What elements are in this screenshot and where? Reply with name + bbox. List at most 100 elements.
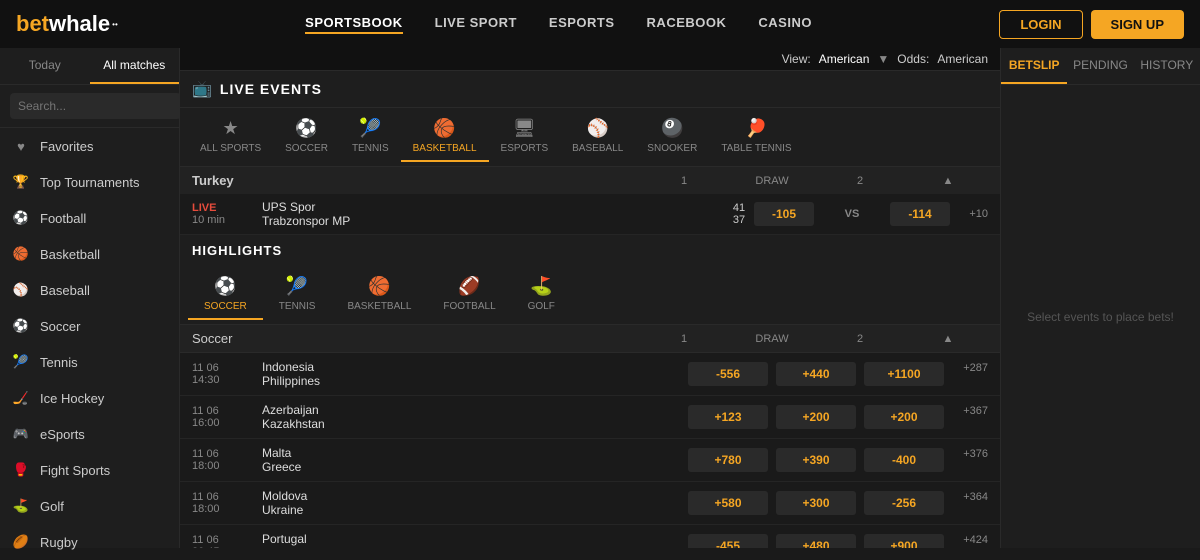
table-collapse-icon[interactable]: ▲ (908, 333, 988, 345)
sport-tab-basketball[interactable]: 🏀 BASKETBALL (401, 112, 489, 162)
betslip-empty: Select events to place bets! (1001, 85, 1200, 548)
sport-tab-tennis[interactable]: 🎾 TENNIS (340, 112, 401, 162)
event-odd1-0[interactable]: -556 (688, 362, 768, 386)
event-odd2-1[interactable]: +200 (864, 405, 944, 429)
event-odd1-3[interactable]: +580 (688, 491, 768, 515)
more-odds[interactable]: +10 (958, 208, 988, 220)
search-box: 🔍 (0, 85, 179, 128)
nav-esports[interactable]: ESPORTS (549, 15, 615, 34)
sidebar-item-favorites[interactable]: ♥ Favorites (0, 128, 179, 164)
sidebar-item-tennis[interactable]: 🎾 Tennis (0, 344, 179, 380)
event-odd2-2[interactable]: -400 (864, 448, 944, 472)
event-more-2[interactable]: +376 (952, 448, 988, 472)
sport-tab-soccer-label: SOCCER (285, 143, 328, 154)
event-odd1-4[interactable]: -455 (688, 534, 768, 548)
sidebar-item-golf[interactable]: ⛳ Golf (0, 488, 179, 524)
match-time: LIVE 10 min (192, 202, 262, 226)
sidebar-item-fight-sports[interactable]: 🥊 Fight Sports (0, 452, 179, 488)
sidebar-item-esports[interactable]: 🎮 eSports (0, 416, 179, 452)
pending-tab[interactable]: PENDING (1067, 48, 1133, 84)
highlight-tab-football[interactable]: 🏈 FOOTBALL (427, 270, 511, 320)
highlight-tab-soccer[interactable]: ⚽ SOCCER (188, 270, 263, 320)
highlight-tab-tennis[interactable]: 🎾 TENNIS (263, 270, 332, 320)
event-odd2-0[interactable]: +1100 (864, 362, 944, 386)
login-button[interactable]: LOGIN (999, 10, 1082, 39)
sidebar-item-baseball[interactable]: ⚾ Baseball (0, 272, 179, 308)
sidebar-label-esports: eSports (40, 427, 85, 442)
soccer-tab-icon: ⚽ (295, 118, 317, 139)
sidebar-label-soccer: Soccer (40, 319, 80, 334)
sport-tab-all[interactable]: ★ ALL SPORTS (188, 112, 273, 162)
highlight-tab-basketball-label: BASKETBALL (347, 301, 411, 312)
highlight-tab-soccer-label: SOCCER (204, 301, 247, 312)
nav-racebook[interactable]: RACEBOOK (647, 15, 727, 34)
event-team1-2: Malta (262, 446, 688, 460)
event-odd2-4[interactable]: +900 (864, 534, 944, 548)
event-more-3[interactable]: +364 (952, 491, 988, 515)
table-tennis-tab-icon: 🏓 (745, 118, 767, 139)
tab-all-matches[interactable]: All matches (90, 48, 180, 84)
ice-hockey-icon: 🏒 (12, 389, 30, 407)
odd1-button[interactable]: -105 (754, 202, 814, 226)
event-more-4[interactable]: +424 (952, 534, 988, 548)
event-odds-0: -556 +440 +1100 +287 (688, 362, 988, 386)
betslip-tab[interactable]: BETSLIP (1001, 48, 1067, 84)
sport-tab-soccer[interactable]: ⚽ SOCCER (273, 112, 340, 162)
sidebar-item-football[interactable]: ⚽ Football (0, 200, 179, 236)
sidebar-item-basketball[interactable]: 🏀 Basketball (0, 236, 179, 272)
event-odd1-1[interactable]: +123 (688, 405, 768, 429)
event-odd-draw-2[interactable]: +390 (776, 448, 856, 472)
event-row-3: 11 06 18:00 Moldova Ukraine +580 +300 -2… (180, 482, 1000, 525)
event-time-4: 11 06 20:45 (192, 534, 262, 548)
sport-tab-snooker[interactable]: 🎱 SNOOKER (635, 112, 709, 162)
event-team2-1: Kazakhstan (262, 417, 688, 431)
sport-tab-esports[interactable]: 🖥 ESPORTS (489, 112, 561, 162)
event-more-0[interactable]: +287 (952, 362, 988, 386)
event-odd-draw-4[interactable]: +480 (776, 534, 856, 548)
search-input[interactable] (10, 93, 181, 119)
score1: 41 (733, 202, 745, 214)
sidebar-label-golf: Golf (40, 499, 64, 514)
event-odd-draw-0[interactable]: +440 (776, 362, 856, 386)
highlight-tennis-icon: 🎾 (286, 276, 308, 297)
nav-livesport[interactable]: LIVE SPORT (435, 15, 517, 34)
event-time-1: 11 06 16:00 (192, 405, 262, 429)
event-odd-draw-1[interactable]: +200 (776, 405, 856, 429)
event-teams-4: Portugal Ireland Republic (262, 532, 688, 548)
event-time-val-0: 14:30 (192, 374, 262, 386)
fight-sports-icon: 🥊 (12, 461, 30, 479)
soccer-icon: ⚽ (12, 317, 30, 335)
sport-tab-baseball[interactable]: ⚾ BASEBALL (560, 112, 635, 162)
team1-name: UPS Spor (262, 200, 724, 214)
sidebar-item-rugby[interactable]: 🏉 Rugby (0, 524, 179, 560)
nav-casino[interactable]: CASINO (758, 15, 812, 34)
highlight-tab-basketball[interactable]: 🏀 BASKETBALL (331, 270, 427, 320)
nav-actions: LOGIN SIGN UP (999, 10, 1184, 39)
highlight-soccer-icon: ⚽ (214, 276, 236, 297)
odd2-button[interactable]: -114 (890, 202, 950, 226)
signup-button[interactable]: SIGN UP (1091, 10, 1184, 39)
tab-today[interactable]: Today (0, 48, 90, 84)
sidebar-item-soccer[interactable]: ⚽ Soccer (0, 308, 179, 344)
event-odd1-2[interactable]: +780 (688, 448, 768, 472)
event-more-1[interactable]: +367 (952, 405, 988, 429)
sport-tab-all-label: ALL SPORTS (200, 143, 261, 154)
sidebar-item-ice-hockey[interactable]: 🏒 Ice Hockey (0, 380, 179, 416)
betslip-tabs: BETSLIP PENDING HISTORY (1001, 48, 1200, 85)
view-label: View: (782, 52, 811, 66)
history-tab[interactable]: HISTORY (1134, 48, 1200, 84)
event-odd-draw-3[interactable]: +300 (776, 491, 856, 515)
event-row-2: 11 06 18:00 Malta Greece +780 +390 -400 … (180, 439, 1000, 482)
nav-sportsbook[interactable]: SPORTSBOOK (305, 15, 402, 34)
event-odd2-3[interactable]: -256 (864, 491, 944, 515)
live-events-header: 📺 LIVE EVENTS (180, 71, 1000, 108)
match-teams: UPS Spor Trabzonspor MP (262, 200, 724, 228)
sport-tab-table-tennis[interactable]: 🏓 TABLE TENNIS (709, 112, 803, 162)
collapse-icon[interactable]: ▲ (908, 175, 988, 187)
event-teams-3: Moldova Ukraine (262, 489, 688, 517)
tennis-tab-icon: 🎾 (359, 118, 381, 139)
sidebar-item-top-tournaments[interactable]: 🏆 Top Tournaments (0, 164, 179, 200)
view-value[interactable]: American (819, 52, 870, 66)
highlight-tab-golf[interactable]: ⛳ GOLF (512, 270, 571, 320)
vs-button: VS (822, 203, 882, 225)
